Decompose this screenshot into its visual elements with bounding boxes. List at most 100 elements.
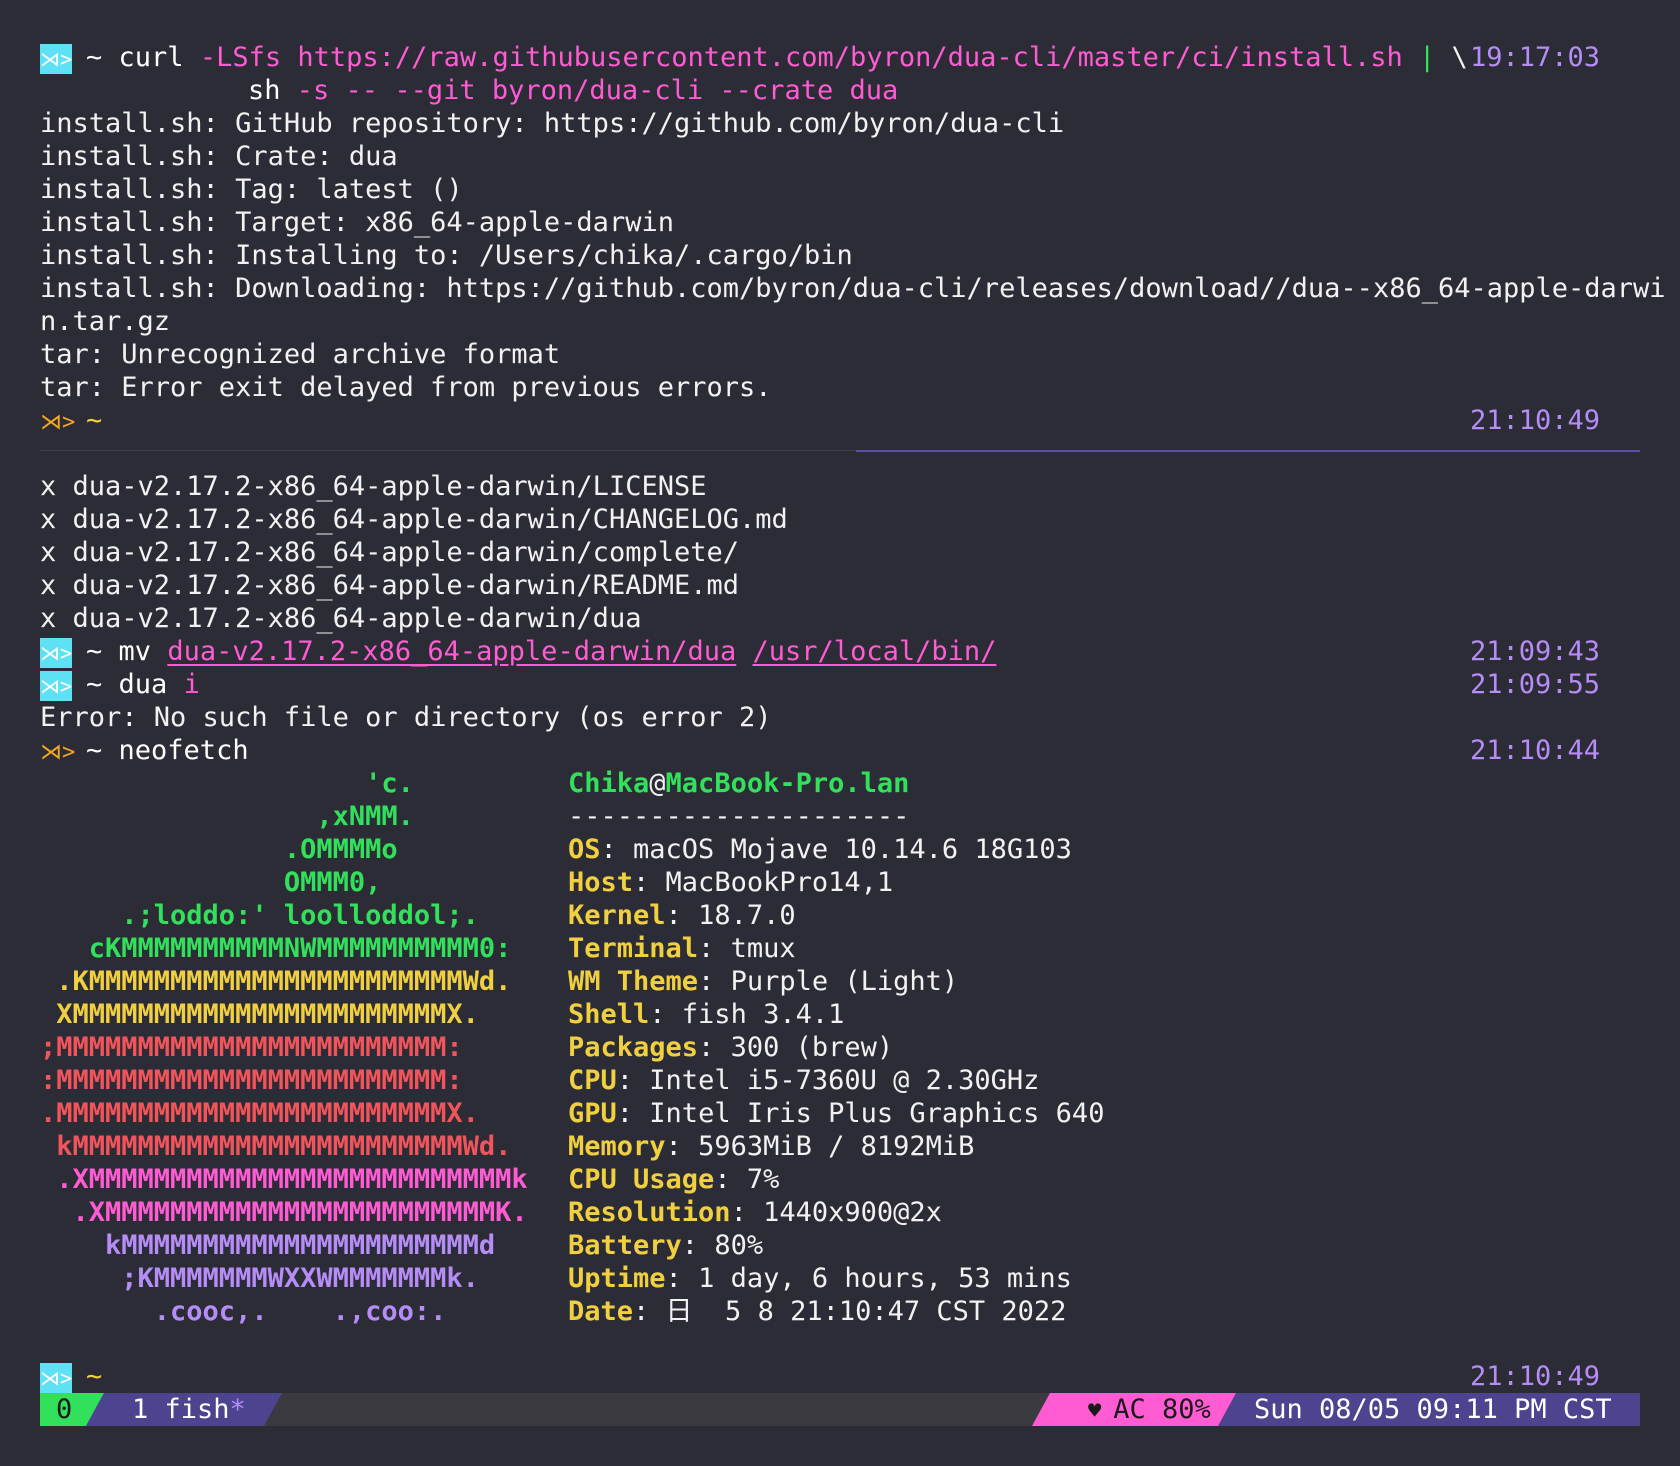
- info-row: Kernel: 18.7.0: [568, 900, 796, 931]
- prompt-dir: ~: [86, 735, 103, 766]
- prompt-icon: ⋊>: [40, 1362, 72, 1393]
- mv-destination-path: /usr/local/bin/: [752, 636, 997, 667]
- curl-continuation-line: sh -s -- --git byron/dua-cli --crate dua: [248, 74, 1640, 107]
- ascii-art-line: XMMMMMMMMMMMMMMMMMMMMMMMX.: [40, 999, 479, 1030]
- info-row: CPU: Intel i5-7360U @ 2.30GHz: [568, 1065, 1040, 1096]
- ascii-art-line: ,xNMM.: [40, 801, 414, 832]
- info-key: Battery: [568, 1230, 682, 1261]
- info-key: Terminal: [568, 933, 699, 964]
- output-line: install.sh: Target: x86_64-apple-darwin: [40, 207, 674, 238]
- ascii-art-line: .KMMMMMMMMMMMMMMMMMMMMMMMWd.: [40, 966, 512, 997]
- info-row: Resolution: 1440x900@2x: [568, 1197, 942, 1228]
- info-key: Shell: [568, 999, 650, 1030]
- info-row: Battery: 80%: [568, 1230, 764, 1261]
- info-key: Packages: [568, 1032, 699, 1063]
- info-key: Date: [568, 1296, 634, 1327]
- tar-output-line: x dua-v2.17.2-x86_64-apple-darwin/CHANGE…: [40, 504, 788, 535]
- info-value: Purple (Light): [730, 966, 959, 997]
- info-key: Memory: [568, 1131, 666, 1162]
- command: mv: [118, 636, 152, 667]
- info-row: Memory: 5963MiB / 8192MiB: [568, 1131, 975, 1162]
- battery-label: AC 80%: [1113, 1394, 1211, 1425]
- command-arg: i: [183, 669, 200, 700]
- prompt-line: ⋊> ~21:10:49: [40, 404, 1640, 437]
- output-line: install.sh: Tag: latest (): [40, 174, 463, 205]
- error-line: Error: No such file or directory (os err…: [40, 702, 772, 733]
- info-row: Terminal: tmux: [568, 933, 796, 964]
- command-timestamp: 19:17:03: [1469, 42, 1600, 73]
- status-datetime: Sun 08/05 09:11 PM CST: [1236, 1393, 1640, 1426]
- info-key: CPU Usage: [568, 1164, 715, 1195]
- output-line: install.sh: Crate: dua: [40, 141, 398, 172]
- info-value: 日 5 8 21:10:47 CST 2022: [665, 1296, 1067, 1327]
- info-value: fish 3.4.1: [681, 999, 845, 1030]
- session-index[interactable]: 0: [40, 1393, 86, 1426]
- command-args: -s -- --git byron/dua-cli --crate dua: [296, 75, 899, 106]
- ascii-art-line: kMMMMMMMMMMMMMMMMMMMMMMd: [40, 1230, 496, 1261]
- ascii-art-line: .cooc,. .,coo:.: [40, 1296, 447, 1327]
- info-value: 5963MiB / 8192MiB: [698, 1131, 975, 1162]
- ascii-art-line: ;KMMMMMMMWXXWMMMMMMMk.: [40, 1263, 479, 1294]
- info-value: Intel i5-7360U @ 2.30GHz: [649, 1065, 1040, 1096]
- last-prompt-line[interactable]: ⋊> ~21:10:49: [40, 1360, 1640, 1393]
- line-continuation: \: [1451, 42, 1468, 73]
- prompt-timestamp: 21:10:49: [1469, 1361, 1600, 1392]
- info-key: GPU: [568, 1098, 617, 1129]
- ascii-art-line: 'c.: [40, 768, 414, 799]
- info-value: MacBookPro14,1: [665, 867, 894, 898]
- info-key: Uptime: [568, 1263, 666, 1294]
- neofetch-divider: ---------------------: [568, 801, 910, 832]
- prompt-icon: ⋊>: [40, 670, 72, 701]
- output-line: n.tar.gz: [40, 306, 171, 337]
- info-row: CPU Usage: 7%: [568, 1164, 780, 1195]
- tar-output-line: x dua-v2.17.2-x86_64-apple-darwin/comple…: [40, 537, 739, 568]
- prompt-dir: ~: [86, 669, 103, 700]
- prompt-dir: ~: [86, 636, 103, 667]
- info-row: WM Theme: Purple (Light): [568, 966, 959, 997]
- prompt-icon: ⋊>: [40, 740, 76, 765]
- info-key: Host: [568, 867, 634, 898]
- prompt-icon: ⋊>: [40, 43, 72, 74]
- prompt-dir: ~: [86, 405, 103, 436]
- command-timestamp: 21:10:44: [1469, 735, 1600, 766]
- prompt-dir: ~: [86, 42, 103, 73]
- neofetch-title: Chika@MacBook-Pro.lan: [568, 767, 909, 800]
- command-flag: -LSfs: [199, 42, 282, 73]
- ascii-art-line: cKMMMMMMMMMMNWMMMMMMMMMM0:: [40, 933, 512, 964]
- info-value: 1 day, 6 hours, 53 mins: [698, 1263, 1072, 1294]
- ascii-art-line: .XMMMMMMMMMMMMMMMMMMMMMMMMMMk: [40, 1164, 528, 1195]
- pipe-symbol: |: [1419, 42, 1436, 73]
- tar-output-line: x dua-v2.17.2-x86_64-apple-darwin/LICENS…: [40, 471, 707, 502]
- info-value: tmux: [730, 933, 796, 964]
- output-line: tar: Error exit delayed from previous er…: [40, 372, 772, 403]
- info-row: OS: macOS Mojave 10.14.6 18G103: [568, 834, 1072, 865]
- info-row: GPU: Intel Iris Plus Graphics 640: [568, 1098, 1105, 1129]
- window-tab-fish[interactable]: 1 fish*: [104, 1393, 264, 1426]
- mv-command-line: ⋊> ~ mv dua-v2.17.2-x86_64-apple-darwin/d…: [40, 635, 1640, 668]
- info-row: Packages: 300 (brew): [568, 1032, 894, 1063]
- info-value: macOS Mojave 10.14.6 18G103: [633, 834, 1072, 865]
- curl-command-line: ⋊> ~ curl -LSfs https://raw.githubusercon…: [40, 41, 1640, 74]
- tmux-status-bar: 0 1 fish* ♥ AC 80% Sun 08/05 09:11 PM CST: [40, 1393, 1640, 1426]
- info-value: 80%: [714, 1230, 764, 1261]
- ascii-art-line: kMMMMMMMMMMMMMMMMMMMMMMMMWd.: [40, 1131, 512, 1162]
- info-key: OS: [568, 834, 601, 865]
- output-line: install.sh: Installing to: /Users/chika/…: [40, 240, 853, 271]
- info-key: Kernel: [568, 900, 666, 931]
- prompt-icon: ⋊>: [40, 410, 76, 435]
- info-row: Uptime: 1 day, 6 hours, 53 mins: [568, 1263, 1072, 1294]
- output-line: tar: Unrecognized archive format: [40, 339, 561, 370]
- info-value: 7%: [746, 1164, 780, 1195]
- command: sh: [248, 75, 281, 106]
- prompt-dir: ~: [86, 1361, 103, 1392]
- ascii-art-line: .;loddo:' loolloddol;.: [40, 900, 479, 931]
- ascii-art-line: ;MMMMMMMMMMMMMMMMMMMMMMMM:: [40, 1032, 463, 1063]
- command-timestamp: 21:09:55: [1469, 669, 1600, 700]
- tar-output-line: x dua-v2.17.2-x86_64-apple-darwin/dua: [40, 603, 642, 634]
- prompt-timestamp: 21:10:49: [1469, 405, 1600, 436]
- ascii-art-line: .MMMMMMMMMMMMMMMMMMMMMMMMX.: [40, 1098, 479, 1129]
- mv-source-path: dua-v2.17.2-x86_64-apple-darwin/dua: [167, 636, 737, 667]
- info-value: 300 (brew): [730, 1032, 894, 1063]
- output-line: install.sh: Downloading: https://github.…: [40, 273, 1666, 304]
- ascii-art-line: .OMMMMo: [40, 834, 398, 865]
